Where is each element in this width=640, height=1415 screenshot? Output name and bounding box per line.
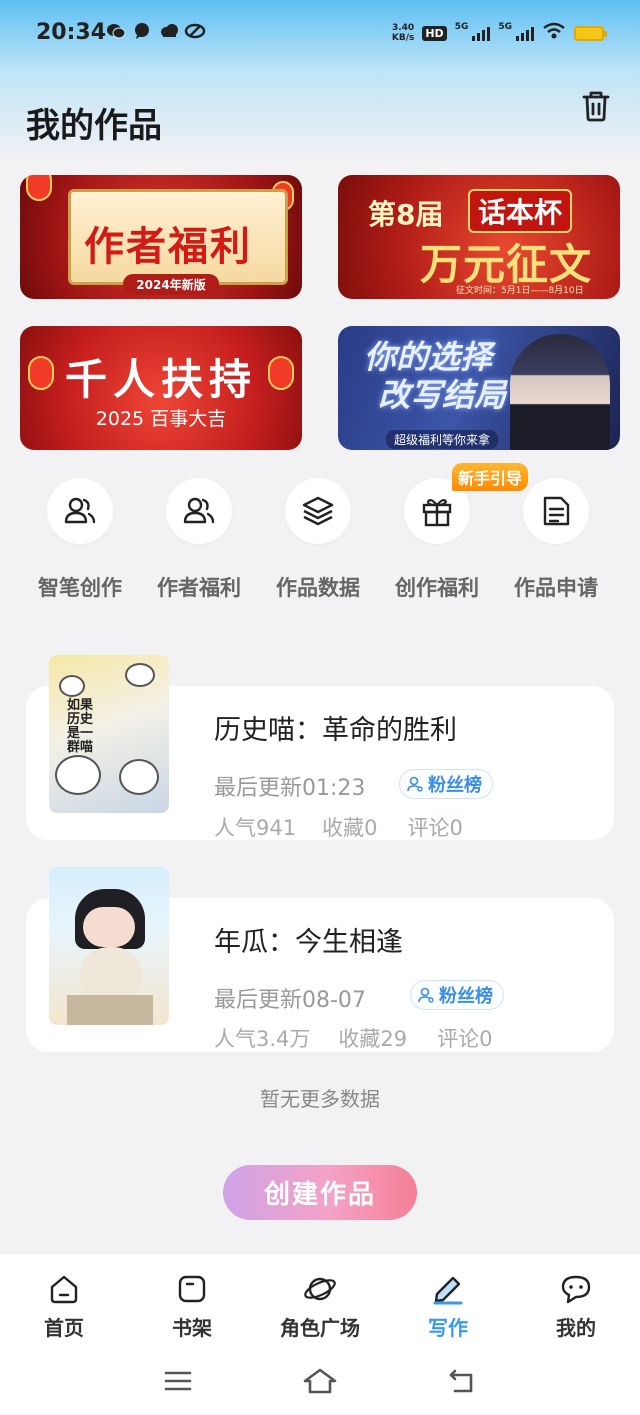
quick-action-label: 作品数据 <box>276 576 360 600</box>
battery-icon <box>574 25 607 41</box>
banner-subtitle: 2025 百事大吉 <box>95 408 227 430</box>
gift-icon <box>422 498 452 527</box>
fans-ranking-button[interactable]: 粉丝榜 <box>410 980 504 1010</box>
cloud-icon <box>158 22 178 40</box>
message-icon <box>132 22 152 40</box>
banner-prefix: 第8届 <box>368 198 444 231</box>
banner-date: 征文时间：5月1日——8月10日 <box>456 286 584 296</box>
popularity: 人气941 <box>214 816 297 840</box>
nav-writing[interactable]: 写作 <box>388 1272 508 1341</box>
page-title: 我的作品 <box>26 106 162 146</box>
fans-ranking-button[interactable]: 粉丝榜 <box>399 769 493 799</box>
cover-title: 如果历史是一群喵 <box>67 698 94 755</box>
banner-scroll: 作者福利 2024年新版 <box>68 189 288 295</box>
notification-icons <box>106 22 206 40</box>
wifi-icon <box>542 22 566 44</box>
create-work-button[interactable]: 创建作品 <box>223 1165 417 1220</box>
quick-action-work-data[interactable]: 作品数据 <box>263 478 373 600</box>
menu-button[interactable] <box>158 1364 198 1398</box>
banner-title: 千人扶持 <box>64 355 257 404</box>
quick-action-author-benefits[interactable]: 作者福利 <box>144 478 254 600</box>
work-title: 年瓜：今生相逢 <box>214 927 403 958</box>
comments: 评论0 <box>407 816 463 840</box>
bookshelf-icon <box>178 1275 206 1303</box>
status-right: 3.40 KB/s HD 5G 5G <box>391 22 607 44</box>
home-system-button[interactable] <box>300 1364 340 1398</box>
user-icon <box>418 987 434 1003</box>
quick-action-label: 创作福利 <box>395 576 479 600</box>
chat-icon <box>561 1275 591 1304</box>
wechat-icon <box>106 22 126 40</box>
signal-icon <box>516 25 534 41</box>
status-time: 20:34 <box>36 20 107 45</box>
document-icon <box>543 496 570 526</box>
link-icon <box>184 22 206 40</box>
banner-title: 你的选择 改写结局 <box>364 338 507 414</box>
signal-icon <box>472 25 491 41</box>
banner-subtitle: 超级福利等你来拿 <box>386 430 499 449</box>
banner-choice-story[interactable]: 你的选择 改写结局 超级福利等你来拿 <box>338 326 620 450</box>
lantern-decoration <box>26 175 52 201</box>
work-title: 历史喵：革命的胜利 <box>214 715 457 746</box>
quick-action-label: 作品申请 <box>514 576 598 600</box>
quick-action-smart-writing[interactable]: 智笔创作 <box>25 478 135 600</box>
planet-icon <box>304 1277 336 1301</box>
trash-icon <box>582 91 610 122</box>
banner-title: 作者福利 <box>84 224 252 270</box>
nav-character-square[interactable]: 角色广场 <box>260 1272 380 1341</box>
banner-tag: 2024年新版 <box>123 274 219 295</box>
new-user-guide-badge[interactable]: 新手引导 <box>452 463 529 491</box>
home-outline-icon <box>303 1368 337 1394</box>
work-stats: 人气3.4万 收藏29 评论0 <box>214 1023 493 1053</box>
users-icon <box>64 497 96 524</box>
menu-icon <box>164 1371 192 1391</box>
user-icon <box>407 776 423 792</box>
nav-home[interactable]: 首页 <box>4 1272 124 1341</box>
character-illustration <box>510 334 610 450</box>
status-bar: 20:34 3.40 KB/s HD 5G 5G <box>0 0 640 70</box>
users-icon <box>183 497 215 524</box>
back-button[interactable] <box>442 1364 482 1398</box>
work-cover[interactable] <box>49 867 169 1025</box>
pen-icon <box>433 1276 463 1305</box>
last-updated: 最后更新01:23 <box>214 776 366 801</box>
popularity: 人气3.4万 <box>214 1027 311 1051</box>
banner-support-program[interactable]: 千人扶持 2025 百事大吉 <box>20 326 302 450</box>
hd-icon: HD <box>422 25 447 41</box>
no-more-data-text: 暂无更多数据 <box>260 1087 380 1111</box>
work-stats: 人气941 收藏0 评论0 <box>214 812 463 842</box>
delete-button[interactable] <box>578 88 614 124</box>
comments: 评论0 <box>437 1027 493 1051</box>
banner-author-benefits[interactable]: 作者福利 2024年新版 <box>20 175 302 299</box>
quick-action-label: 作者福利 <box>157 576 241 600</box>
favorites: 收藏29 <box>338 1027 408 1051</box>
last-updated: 最后更新08-07 <box>214 988 366 1013</box>
favorites: 收藏0 <box>322 816 378 840</box>
bottom-nav: 首页 书架 角色广场 写作 我的 <box>0 1253 640 1415</box>
net-speed: 3.40 KB/s <box>391 23 415 43</box>
quick-action-label: 智笔创作 <box>38 576 122 600</box>
work-cover[interactable]: 如果历史是一群喵 <box>49 655 169 813</box>
system-nav-bar <box>0 1364 640 1404</box>
nav-mine[interactable]: 我的 <box>516 1272 636 1341</box>
layers-icon <box>302 496 334 526</box>
nav-bookshelf[interactable]: 书架 <box>132 1272 252 1341</box>
banner-badge: 话本杯 <box>468 189 573 233</box>
banner-essay-contest[interactable]: 第8届 话本杯 万元征文 征文时间：5月1日——8月10日 <box>338 175 620 299</box>
back-icon <box>449 1369 473 1393</box>
home-icon <box>50 1275 78 1304</box>
